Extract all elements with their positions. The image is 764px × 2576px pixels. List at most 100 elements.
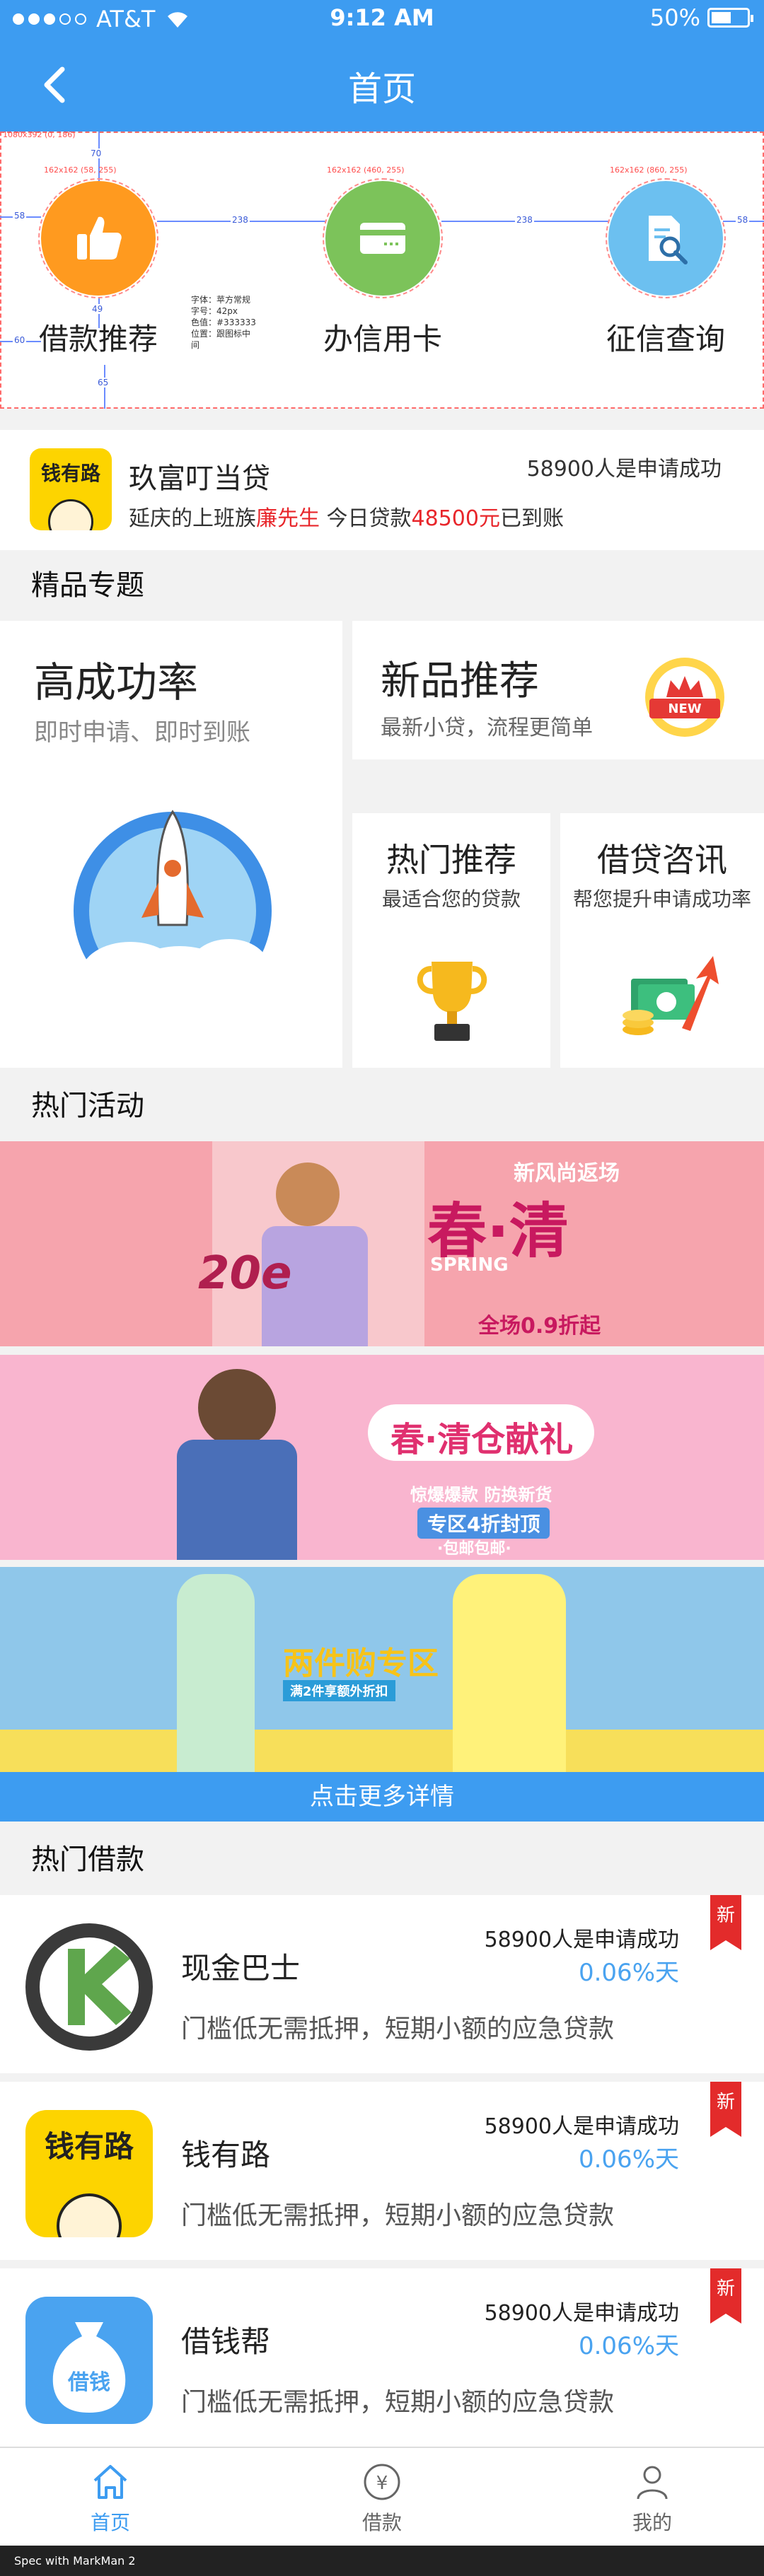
- qian-you-lu-logo: 钱有路: [30, 448, 112, 530]
- loan-name: 钱有路: [181, 2138, 271, 2172]
- banner-tag-text: ·包邮包邮·: [437, 1540, 511, 1558]
- banner-ground: [0, 1730, 764, 1772]
- cash-bus-logo: [25, 1923, 153, 2051]
- loan-item[interactable]: 借钱 借钱帮 58900人是申请成功 0.06%天 门槛低无需抵押，短期小额的应…: [0, 2268, 764, 2447]
- tile-title: 借贷咨讯: [597, 841, 727, 879]
- battery-percent: 50%: [649, 4, 700, 31]
- spec-dim: 238: [515, 215, 534, 225]
- more-details-button[interactable]: 点击更多详情: [0, 1772, 764, 1822]
- new-tag: 新: [710, 2268, 741, 2324]
- battery-icon: [707, 8, 753, 28]
- banner-two-piece[interactable]: 两件购专区 满2件享额外折扣: [0, 1567, 764, 1772]
- banner-number: 20e: [198, 1247, 292, 1300]
- markman-footer: Spec with MarkMan 2: [0, 2546, 764, 2576]
- spec-dim: 70: [89, 148, 103, 158]
- spec-dim: 238: [231, 215, 250, 225]
- tab-home[interactable]: 首页: [40, 2461, 181, 2536]
- category-credit-card[interactable]: 办信用卡: [277, 178, 489, 359]
- tile-new-products[interactable]: 新品推荐 最新小贷，流程更简单 NEW: [352, 621, 764, 759]
- spec-icon-label: 162x162 (58, 255): [44, 165, 117, 175]
- section-title-activity: 热门活动: [31, 1090, 144, 1122]
- tab-loan[interactable]: ¥ 借款: [311, 2461, 453, 2536]
- tab-label: 借款: [361, 2511, 402, 2534]
- tile-title: 高成功率: [34, 658, 199, 706]
- loan-rate: 0.06%天: [578, 2145, 679, 2174]
- category-label: 征信查询: [606, 322, 725, 356]
- category-label: 借款推荐: [38, 322, 158, 356]
- thumbs-up-icon: [38, 178, 158, 298]
- loan-desc: 门槛低无需抵押，短期小额的应急贷款: [181, 2015, 615, 2044]
- loan-count: 58900人是申请成功: [484, 2114, 679, 2139]
- new-tag: 新: [710, 2082, 741, 2137]
- category-credit-check[interactable]: 征信查询: [560, 178, 764, 359]
- new-badge-text: NEW: [668, 701, 701, 716]
- tile-high-success[interactable]: 高成功率 即时申请、即时到账: [0, 621, 342, 1068]
- spec-frame-label: 1080x392 (0, 186): [3, 130, 76, 139]
- model-body: [177, 1440, 297, 1560]
- spec-icon-label: 162x162 (460, 255): [327, 165, 405, 175]
- user-icon: [637, 2466, 668, 2500]
- loan-rate: 0.06%天: [578, 1959, 679, 1987]
- section-title-special: 精品专题: [31, 569, 144, 602]
- loan-name: 借钱帮: [181, 2324, 271, 2359]
- category-shortcuts: 1080x392 (0, 186) 70 58 238 238 58 49 60…: [0, 130, 764, 409]
- loan-name: 现金巴士: [181, 1951, 301, 1986]
- loan-desc: 门槛低无需抵押，短期小额的应急贷款: [181, 2388, 615, 2417]
- page-title: 首页: [347, 69, 416, 109]
- tile-hot-recommend[interactable]: 热门推荐 最适合您的贷款: [352, 813, 550, 1068]
- tile-subtitle: 帮您提升申请成功率: [572, 887, 751, 911]
- spec-font-note: 字体：苹方常规 字号：42px 色值：#333333 位置：跟图标中间: [191, 295, 256, 350]
- spec-dim: 65: [96, 378, 110, 387]
- banner-main-text: 两件购专区: [283, 1645, 439, 1682]
- success-count: 58900人是申请成功: [526, 457, 722, 482]
- loan-count: 58900人是申请成功: [484, 1928, 679, 1952]
- category-label: 办信用卡: [323, 322, 442, 356]
- tile-loan-consult[interactable]: 借贷咨讯 帮您提升申请成功率: [560, 813, 764, 1068]
- app-header: AT&T 9:12 AM 50% 首页: [0, 0, 764, 132]
- credit-card-icon: [323, 178, 443, 298]
- banner-main-text: 春·清仓献礼: [390, 1420, 574, 1459]
- loan-item[interactable]: 现金巴士 58900人是申请成功 0.06%天 门槛低无需抵押，短期小额的应急贷…: [0, 1895, 764, 2073]
- success-ticker[interactable]: 钱有路 玖富叮当贷 58900人是申请成功 延庆的上班族廉先生 今日贷款4850…: [0, 430, 764, 550]
- tile-subtitle: 最新小贷，流程更简单: [381, 716, 593, 740]
- tile-title: 新品推荐: [381, 658, 539, 704]
- loan-count: 58900人是申请成功: [484, 2301, 679, 2326]
- category-loan-recommend[interactable]: 借款推荐: [0, 178, 204, 359]
- banner-promo-text: 全场0.9折起: [478, 1314, 601, 1339]
- banner-spring-clearance[interactable]: 20e 春·清 新风尚返场 SPRING 全场0.9折起: [0, 1141, 764, 1346]
- tab-bar: 首页 ¥ 借款 我的: [0, 2447, 764, 2546]
- model-right: [453, 1574, 566, 1772]
- tile-subtitle: 最适合您的贷款: [381, 887, 521, 911]
- new-badge-icon: NEW: [645, 658, 724, 737]
- model-head: [198, 1369, 276, 1447]
- home-icon: [93, 2465, 127, 2499]
- banner-spring-gift[interactable]: 春·清仓献礼 惊爆爆款 防换新货 专区4折封顶 ·包邮包邮·: [0, 1355, 764, 1560]
- spec-icon-label: 162x162 (860, 255): [610, 165, 688, 175]
- rocket-illustration: [74, 810, 272, 1017]
- trophy-icon: [417, 962, 487, 1041]
- qian-you-lu-logo: 钱有路: [25, 2110, 153, 2237]
- jie-qian-bang-logo: 借钱: [25, 2297, 153, 2424]
- product-name: 玖富叮当贷: [129, 462, 270, 495]
- model-left: [177, 1574, 255, 1772]
- banner-sub-text: 满2件享额外折扣: [283, 1680, 395, 1701]
- new-tag: 新: [710, 1895, 741, 1950]
- loan-item[interactable]: 钱有路 钱有路 58900人是申请成功 0.06%天 门槛低无需抵押，短期小额的…: [0, 2082, 764, 2260]
- banner-en-text: SPRING: [430, 1254, 509, 1276]
- tab-label: 首页: [90, 2511, 130, 2534]
- loan-rate: 0.06%天: [578, 2332, 679, 2360]
- banner-sub-text: 惊爆爆款 防换新货: [410, 1485, 552, 1505]
- document-search-icon: [606, 178, 726, 298]
- success-desc: 延庆的上班族廉先生 今日贷款48500元已到账: [129, 506, 564, 531]
- status-bar: AT&T 9:12 AM 50%: [0, 0, 764, 40]
- banner-promo-text: 专区4折封顶: [417, 1508, 550, 1539]
- navbar: 首页: [0, 40, 764, 132]
- yen-icon: ¥: [364, 2464, 400, 2500]
- tile-title: 热门推荐: [386, 841, 516, 879]
- svg-text:¥: ¥: [376, 2473, 388, 2494]
- money-growth-icon: [623, 956, 719, 1035]
- battery-status: 50%: [649, 4, 753, 31]
- tab-mine[interactable]: 我的: [581, 2461, 723, 2536]
- banner-sub-text: 新风尚返场: [514, 1161, 620, 1186]
- tab-label: 我的: [632, 2511, 672, 2534]
